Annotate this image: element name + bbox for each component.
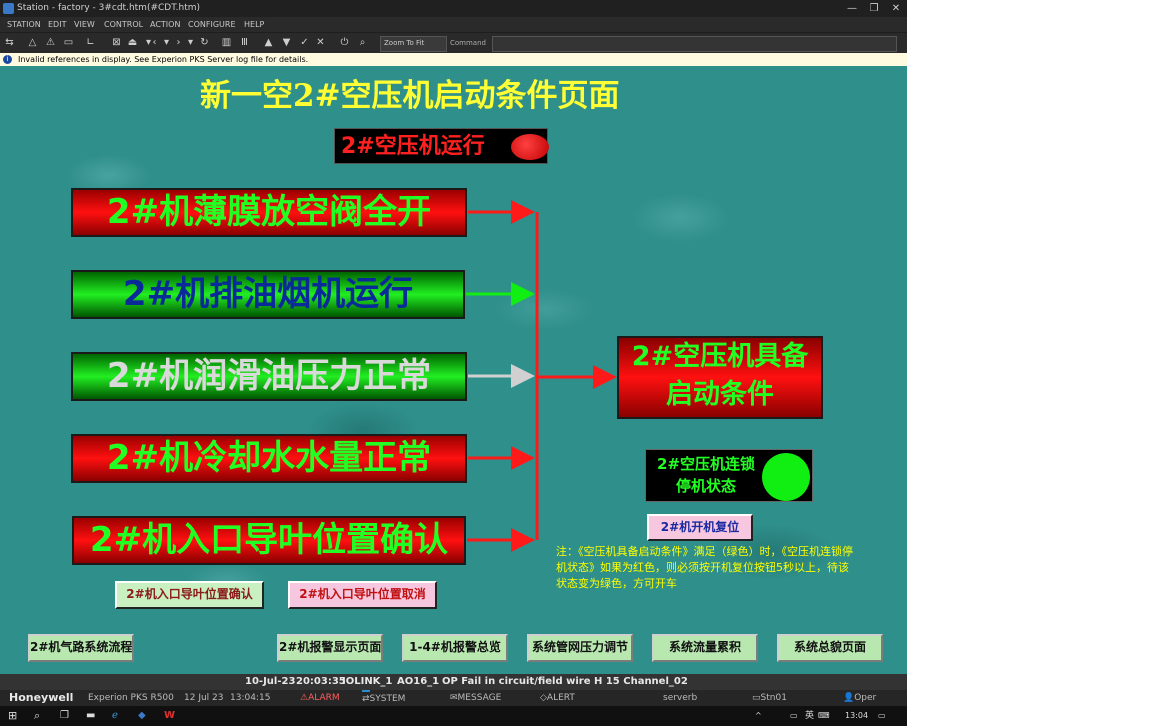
task-view-icon[interactable]: ❐ bbox=[60, 706, 69, 726]
tray-keyboard-icon[interactable]: ⌨ bbox=[818, 706, 830, 726]
start-ready-status: 2#空压机具备启动条件 bbox=[617, 336, 823, 419]
nav-pressure-control-button[interactable]: 系统管网压力调节 bbox=[527, 634, 633, 662]
columns-icon[interactable]: Ⅲ bbox=[238, 36, 251, 49]
taskbar-clock[interactable]: 13:04 bbox=[845, 706, 868, 726]
info-icon: i bbox=[3, 55, 12, 64]
igv-cancel-button[interactable]: 2#机入口导叶位置取消 bbox=[288, 581, 437, 609]
igv-confirm-button[interactable]: 2#机入口导叶位置确认 bbox=[115, 581, 264, 609]
server-name: serverb bbox=[663, 693, 698, 703]
nav-gas-flow-button[interactable]: 2#机气路系统流程图 bbox=[28, 634, 134, 662]
tray-arrow-icon[interactable]: ^ bbox=[755, 706, 762, 726]
system-tab-label: SYSTEM bbox=[369, 694, 406, 704]
menu-edit[interactable]: EDIT bbox=[48, 17, 66, 32]
honeywell-logo: Honeywell bbox=[9, 691, 74, 704]
experion-station-window: Station - factory - 3#cdt.htm(#CDT.htm) … bbox=[0, 0, 907, 726]
print-icon[interactable]: ▭ bbox=[62, 36, 75, 49]
refresh-icon[interactable]: ↻ bbox=[198, 36, 211, 49]
app-w-icon[interactable]: W bbox=[164, 706, 175, 726]
search-icon[interactable]: ⌕ bbox=[34, 706, 40, 726]
alarm-time: 20:03:35 bbox=[296, 676, 346, 687]
menu-station[interactable]: STATION bbox=[7, 17, 41, 32]
power-icon[interactable]: ⏻ bbox=[338, 36, 351, 49]
nav-alarm-overview-button[interactable]: 1-4#机报警总览 bbox=[402, 634, 508, 662]
menu-action[interactable]: ACTION bbox=[150, 17, 180, 32]
station-name-label: Stn01 bbox=[760, 693, 787, 703]
warning-text: Invalid references in display. See Exper… bbox=[18, 55, 309, 64]
menu-help[interactable]: HELP bbox=[244, 17, 264, 32]
start-reset-button[interactable]: 2#机开机复位 bbox=[647, 514, 753, 541]
zoom-select[interactable]: Zoom To Fit bbox=[380, 36, 447, 52]
search-icon[interactable]: ⌕ bbox=[356, 36, 369, 49]
display-icon[interactable]: ⊠ bbox=[110, 36, 123, 49]
system-tab[interactable]: ⇄ SYSTEM bbox=[362, 690, 405, 706]
cancel-icon[interactable]: ✕ bbox=[314, 36, 327, 49]
lower-icon[interactable]: ▼ bbox=[280, 36, 293, 49]
message-tab[interactable]: ✉ MESSAGE bbox=[450, 690, 501, 706]
alarm-tab[interactable]: ⚠ ALARM bbox=[300, 690, 340, 706]
check-icon[interactable]: ✓ bbox=[298, 36, 311, 49]
status-bar: Honeywell Experion PKS R500 12 Jul 23 13… bbox=[0, 690, 907, 706]
file-explorer-icon[interactable]: ▬ bbox=[86, 706, 95, 726]
menu-configure[interactable]: CONFIGURE bbox=[188, 17, 236, 32]
connect-icon[interactable]: ⇆ bbox=[3, 36, 16, 49]
close-button[interactable]: ✕ bbox=[885, 0, 907, 17]
minimize-button[interactable]: — bbox=[841, 0, 863, 17]
warning-bar: i Invalid references in display. See Exp… bbox=[0, 53, 907, 66]
bar-chart-icon[interactable]: ▥ bbox=[220, 36, 233, 49]
operator-name: 👤 Oper bbox=[843, 690, 876, 706]
alarm-line[interactable]: 10-Jul-23 20:03:35 IOLINK_1 AO16_1 OP Fa… bbox=[0, 674, 907, 690]
nav-system-overview-button[interactable]: 系统总貌页面 bbox=[777, 634, 883, 662]
message-tab-label: MESSAGE bbox=[457, 693, 502, 703]
interlock-label: 2#空压机连锁停机状态 bbox=[656, 455, 755, 495]
nav-alarm-page-button[interactable]: 2#机报警显示页面 bbox=[277, 634, 383, 662]
interlock-status: 2#空压机连锁停机状态 bbox=[645, 449, 813, 502]
status-time: 13:04:15 bbox=[230, 693, 271, 703]
alarm-message: OP Fail in circuit/field wire H 15 Chann… bbox=[442, 676, 688, 687]
forward-dropdown-icon[interactable]: ▾ bbox=[184, 36, 197, 49]
nav-flow-totalizer-button[interactable]: 系统流量累积 bbox=[652, 634, 758, 662]
station-app-icon bbox=[3, 3, 14, 14]
alert-tab[interactable]: ◇ ALERT bbox=[540, 690, 575, 706]
restore-button[interactable]: ❐ bbox=[863, 0, 885, 17]
operator-name-label: Oper bbox=[854, 693, 877, 703]
toolbar: ⇆ △ ⚠ ▭ ∟ ⊠ ⏏ ▾ ‹ ▾ › ▾ ↻ ▥ Ⅲ ▲ ▼ ✓ ✕ ⏻ … bbox=[0, 33, 907, 53]
raise-icon[interactable]: ▲ bbox=[262, 36, 275, 49]
notification-icon[interactable]: ▭ bbox=[878, 706, 886, 726]
alarm-tab-label: ALARM bbox=[308, 693, 340, 703]
browser-icon[interactable]: ℯ bbox=[112, 706, 118, 726]
product-name: Experion PKS R500 bbox=[88, 693, 174, 703]
alarm-date: 10-Jul-23 bbox=[245, 676, 296, 687]
alarm-filter-icon[interactable]: ⚠ bbox=[44, 36, 57, 49]
window-title: Station - factory - 3#cdt.htm(#CDT.htm) bbox=[17, 3, 201, 13]
windows-taskbar: ⊞ ⌕ ❐ ▬ ℯ ◆ W ^ ▭ 英 ⌨ 13:04 ▭ bbox=[0, 706, 907, 726]
ime-indicator[interactable]: 英 bbox=[805, 706, 814, 726]
alert-tab-label: ALERT bbox=[546, 693, 575, 703]
interlock-lamp bbox=[762, 453, 810, 501]
menu-bar: STATION EDIT VIEW CONTROL ACTION CONFIGU… bbox=[0, 17, 907, 32]
alarm-summary-icon[interactable]: △ bbox=[26, 36, 39, 49]
windows-start-icon[interactable]: ⊞ bbox=[8, 706, 17, 726]
alarm-param: AO16_1 bbox=[397, 676, 440, 687]
tray-network-icon[interactable]: ▭ bbox=[790, 706, 798, 726]
operation-note: 注：《空压机具备启动条件》满足（绿色）时，《空压机连锁停机状态》如果为红色，则必… bbox=[556, 545, 853, 590]
trend-icon[interactable]: ∟ bbox=[84, 36, 97, 49]
status-date: 12 Jul 23 bbox=[184, 693, 224, 703]
station-task-icon[interactable]: ◆ bbox=[138, 706, 146, 726]
menu-view[interactable]: VIEW bbox=[74, 17, 95, 32]
command-label: Command bbox=[450, 39, 486, 47]
alarm-point: IOLINK_1 bbox=[342, 676, 393, 687]
command-input[interactable] bbox=[492, 36, 897, 52]
custom-display: 新一空2#空压机启动条件页面 2#空压机运行 2#机薄膜放空阀全开 2#机排油烟… bbox=[0, 66, 907, 674]
menu-control[interactable]: CONTROL bbox=[104, 17, 143, 32]
acknowledge-icon[interactable]: ⏏ bbox=[126, 36, 139, 49]
title-bar: Station - factory - 3#cdt.htm(#CDT.htm) … bbox=[0, 0, 907, 17]
station-name: ▭ Stn01 bbox=[752, 690, 787, 706]
